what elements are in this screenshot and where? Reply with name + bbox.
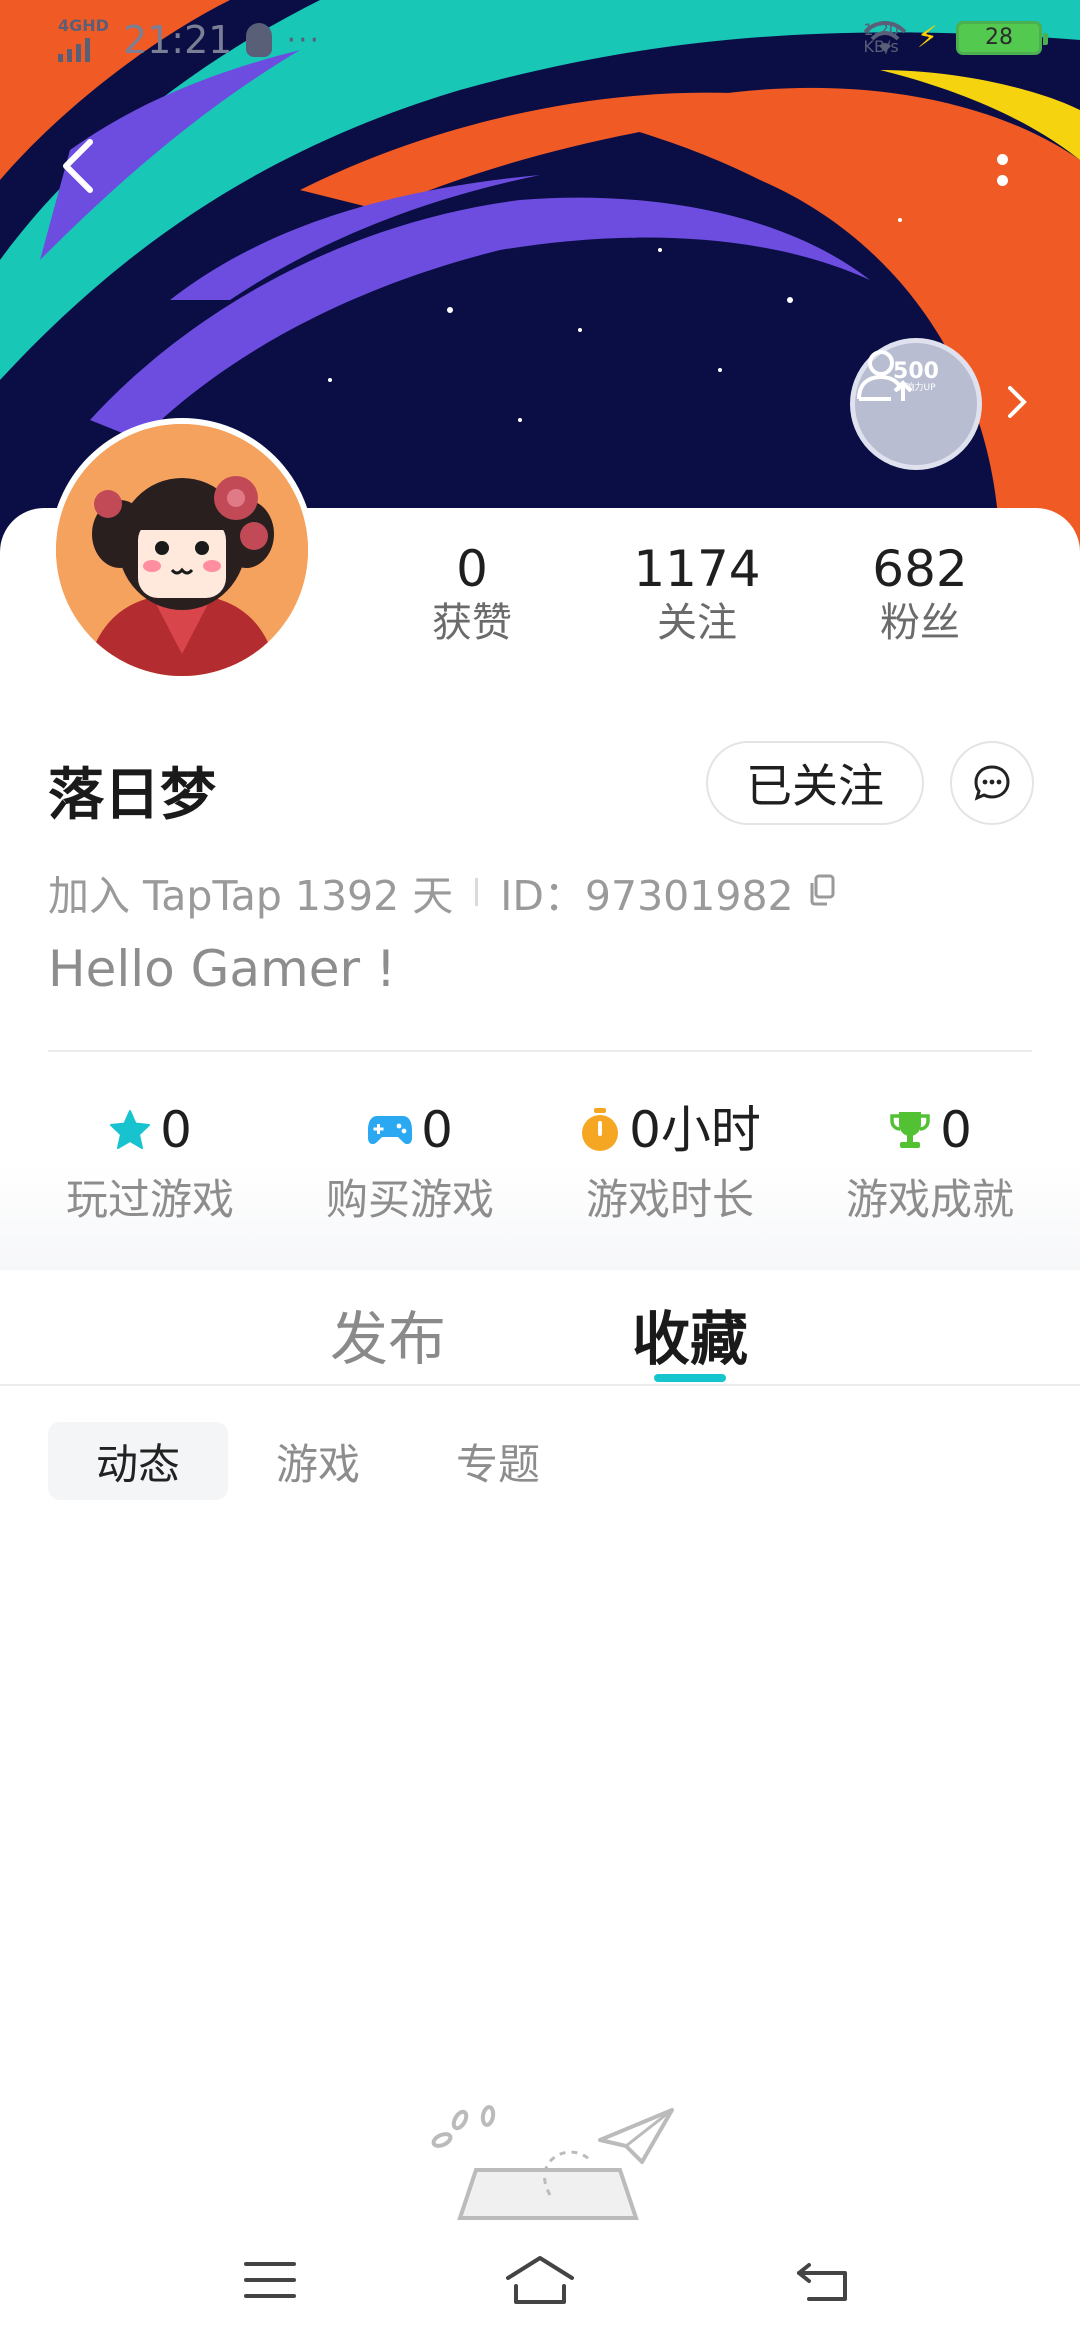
favorites-subtabs: 动态 游戏 专题 [48,1422,588,1500]
status-bar: 4GHD 21:21 ··· 1.20 KB/s ⚡ 28 [0,0,1080,80]
influence-badge[interactable]: 500 影响力UP [850,338,982,470]
system-navigation-bar [0,2220,1080,2340]
stat-label: 粉丝 [880,600,960,646]
badge-arrow-button[interactable] [1002,382,1032,422]
home-button[interactable] [500,2250,580,2310]
battery-level: 28 [985,25,1013,50]
username: 落日梦 [48,763,216,828]
divider [48,1050,1032,1052]
stat-value: 0 [456,540,488,598]
following-button[interactable]: 已关注 [706,741,924,825]
play-time-value: 0小时 [629,1101,761,1159]
chat-bubble-icon [974,765,1010,801]
tab-favorites[interactable]: 收藏 [632,1292,748,1376]
network-type-label: 4GHD [58,16,109,35]
stat-value: 682 [872,540,968,598]
back-button[interactable] [60,138,110,198]
star-icon [110,1110,151,1149]
return-icon [797,2263,847,2301]
game-stats: 0 玩过游戏 0 购买游戏 0小时 游戏时长 0 游戏成就 [0,1090,1080,1270]
stat-following[interactable]: 1174 关注 [607,542,787,649]
stat-label: 关注 [657,600,737,646]
profile-meta: 加入 TapTap 1392 天 ID：97301982 [48,862,836,922]
more-dot-icon [996,154,1008,165]
empty-state-illustration [431,2105,674,2220]
purchased-games-value: 0 [421,1101,453,1159]
gamepad-icon [368,1116,413,1145]
subtab-topics[interactable]: 专题 [408,1422,588,1500]
purchased-games-label: 购买游戏 [325,1175,494,1224]
home-icon [506,2256,574,2304]
join-duration: 加入 TapTap 1392 天 [48,872,454,920]
network-indicator: 4GHD [58,18,109,62]
charging-icon: ⚡ [916,20,938,55]
stat-label: 获赞 [432,600,512,646]
more-notifications-icon: ··· [286,22,322,58]
content-tabs: 发布 收藏 [0,1270,1080,1386]
stat-value: 1174 [633,540,761,598]
message-button[interactable] [950,741,1034,825]
chevron-right-icon [1008,386,1027,418]
menu-icon [244,2262,296,2298]
menu-button[interactable] [230,2250,310,2310]
stat-followers[interactable]: 682 粉丝 [830,542,1010,649]
achievements-label: 游戏成就 [845,1175,1014,1224]
more-options-button[interactable] [980,140,1024,200]
battery-icon: 28 [956,20,1048,55]
trophy-icon [890,1112,930,1148]
wifi-icon [863,21,907,52]
played-games-stat[interactable]: 0 玩过游戏 [30,1100,270,1227]
chevron-left-icon [63,139,93,193]
user-upload-icon [857,350,913,401]
play-time-label: 游戏时长 [585,1175,754,1224]
subtab-moments[interactable]: 动态 [48,1422,229,1500]
active-tab-indicator [654,1374,726,1382]
back-nav-button[interactable] [784,2250,864,2310]
play-time-stat[interactable]: 0小时 游戏时长 [550,1100,790,1227]
avatar[interactable] [50,418,314,682]
user-id: ID：97301982 [500,872,794,920]
status-time: 21:21 [122,18,233,62]
achievements-value: 0 [940,1101,972,1159]
stopwatch-icon [582,1108,619,1151]
stat-likes[interactable]: 0 获赞 [382,542,562,649]
qq-icon [246,23,273,57]
subtab-games[interactable]: 游戏 [228,1422,408,1500]
signal-icon [58,36,90,62]
more-dot-icon [996,175,1008,186]
achievements-stat[interactable]: 0 游戏成就 [810,1100,1050,1227]
copy-id-icon[interactable] [808,868,836,916]
tab-posts[interactable]: 发布 [330,1292,446,1376]
played-games-label: 玩过游戏 [65,1175,234,1224]
played-games-value: 0 [160,1101,192,1159]
avatar-image [56,424,308,676]
purchased-games-stat[interactable]: 0 购买游戏 [290,1100,530,1227]
bio: Hello Gamer ! [48,940,396,998]
meta-divider [475,878,479,906]
